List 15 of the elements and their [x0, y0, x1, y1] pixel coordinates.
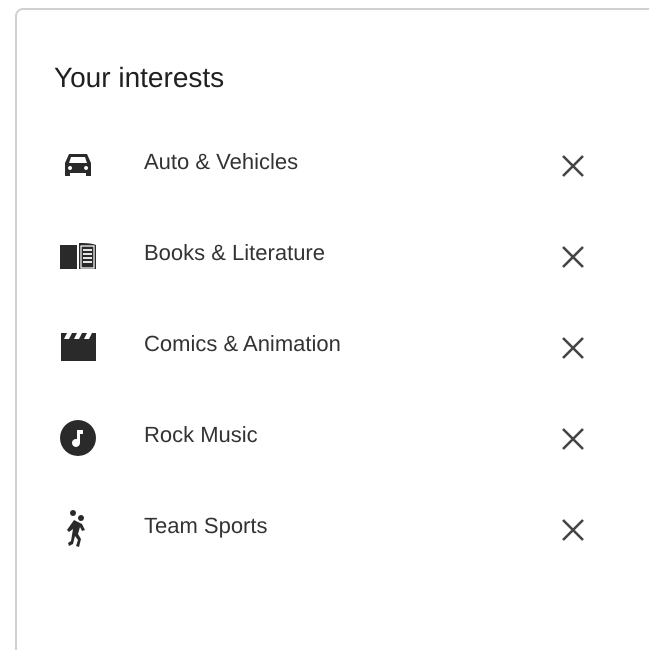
close-icon[interactable] — [562, 246, 584, 268]
card-title: Your interests — [54, 62, 224, 93]
close-icon[interactable] — [562, 428, 584, 450]
close-icon[interactable] — [562, 519, 584, 541]
interest-label: Rock Music — [144, 422, 259, 448]
interest-label: Auto & Vehicles — [144, 149, 300, 175]
interest-label: Team Sports — [144, 513, 268, 539]
clapperboard-icon — [60, 333, 96, 361]
music-note-icon — [60, 420, 96, 456]
close-icon[interactable] — [562, 337, 584, 359]
interest-label: Comics & Animation — [144, 331, 342, 357]
interest-label: Books & Literature — [144, 240, 326, 266]
book-icon — [59, 242, 97, 270]
close-icon[interactable] — [562, 155, 584, 177]
car-icon — [64, 152, 92, 178]
